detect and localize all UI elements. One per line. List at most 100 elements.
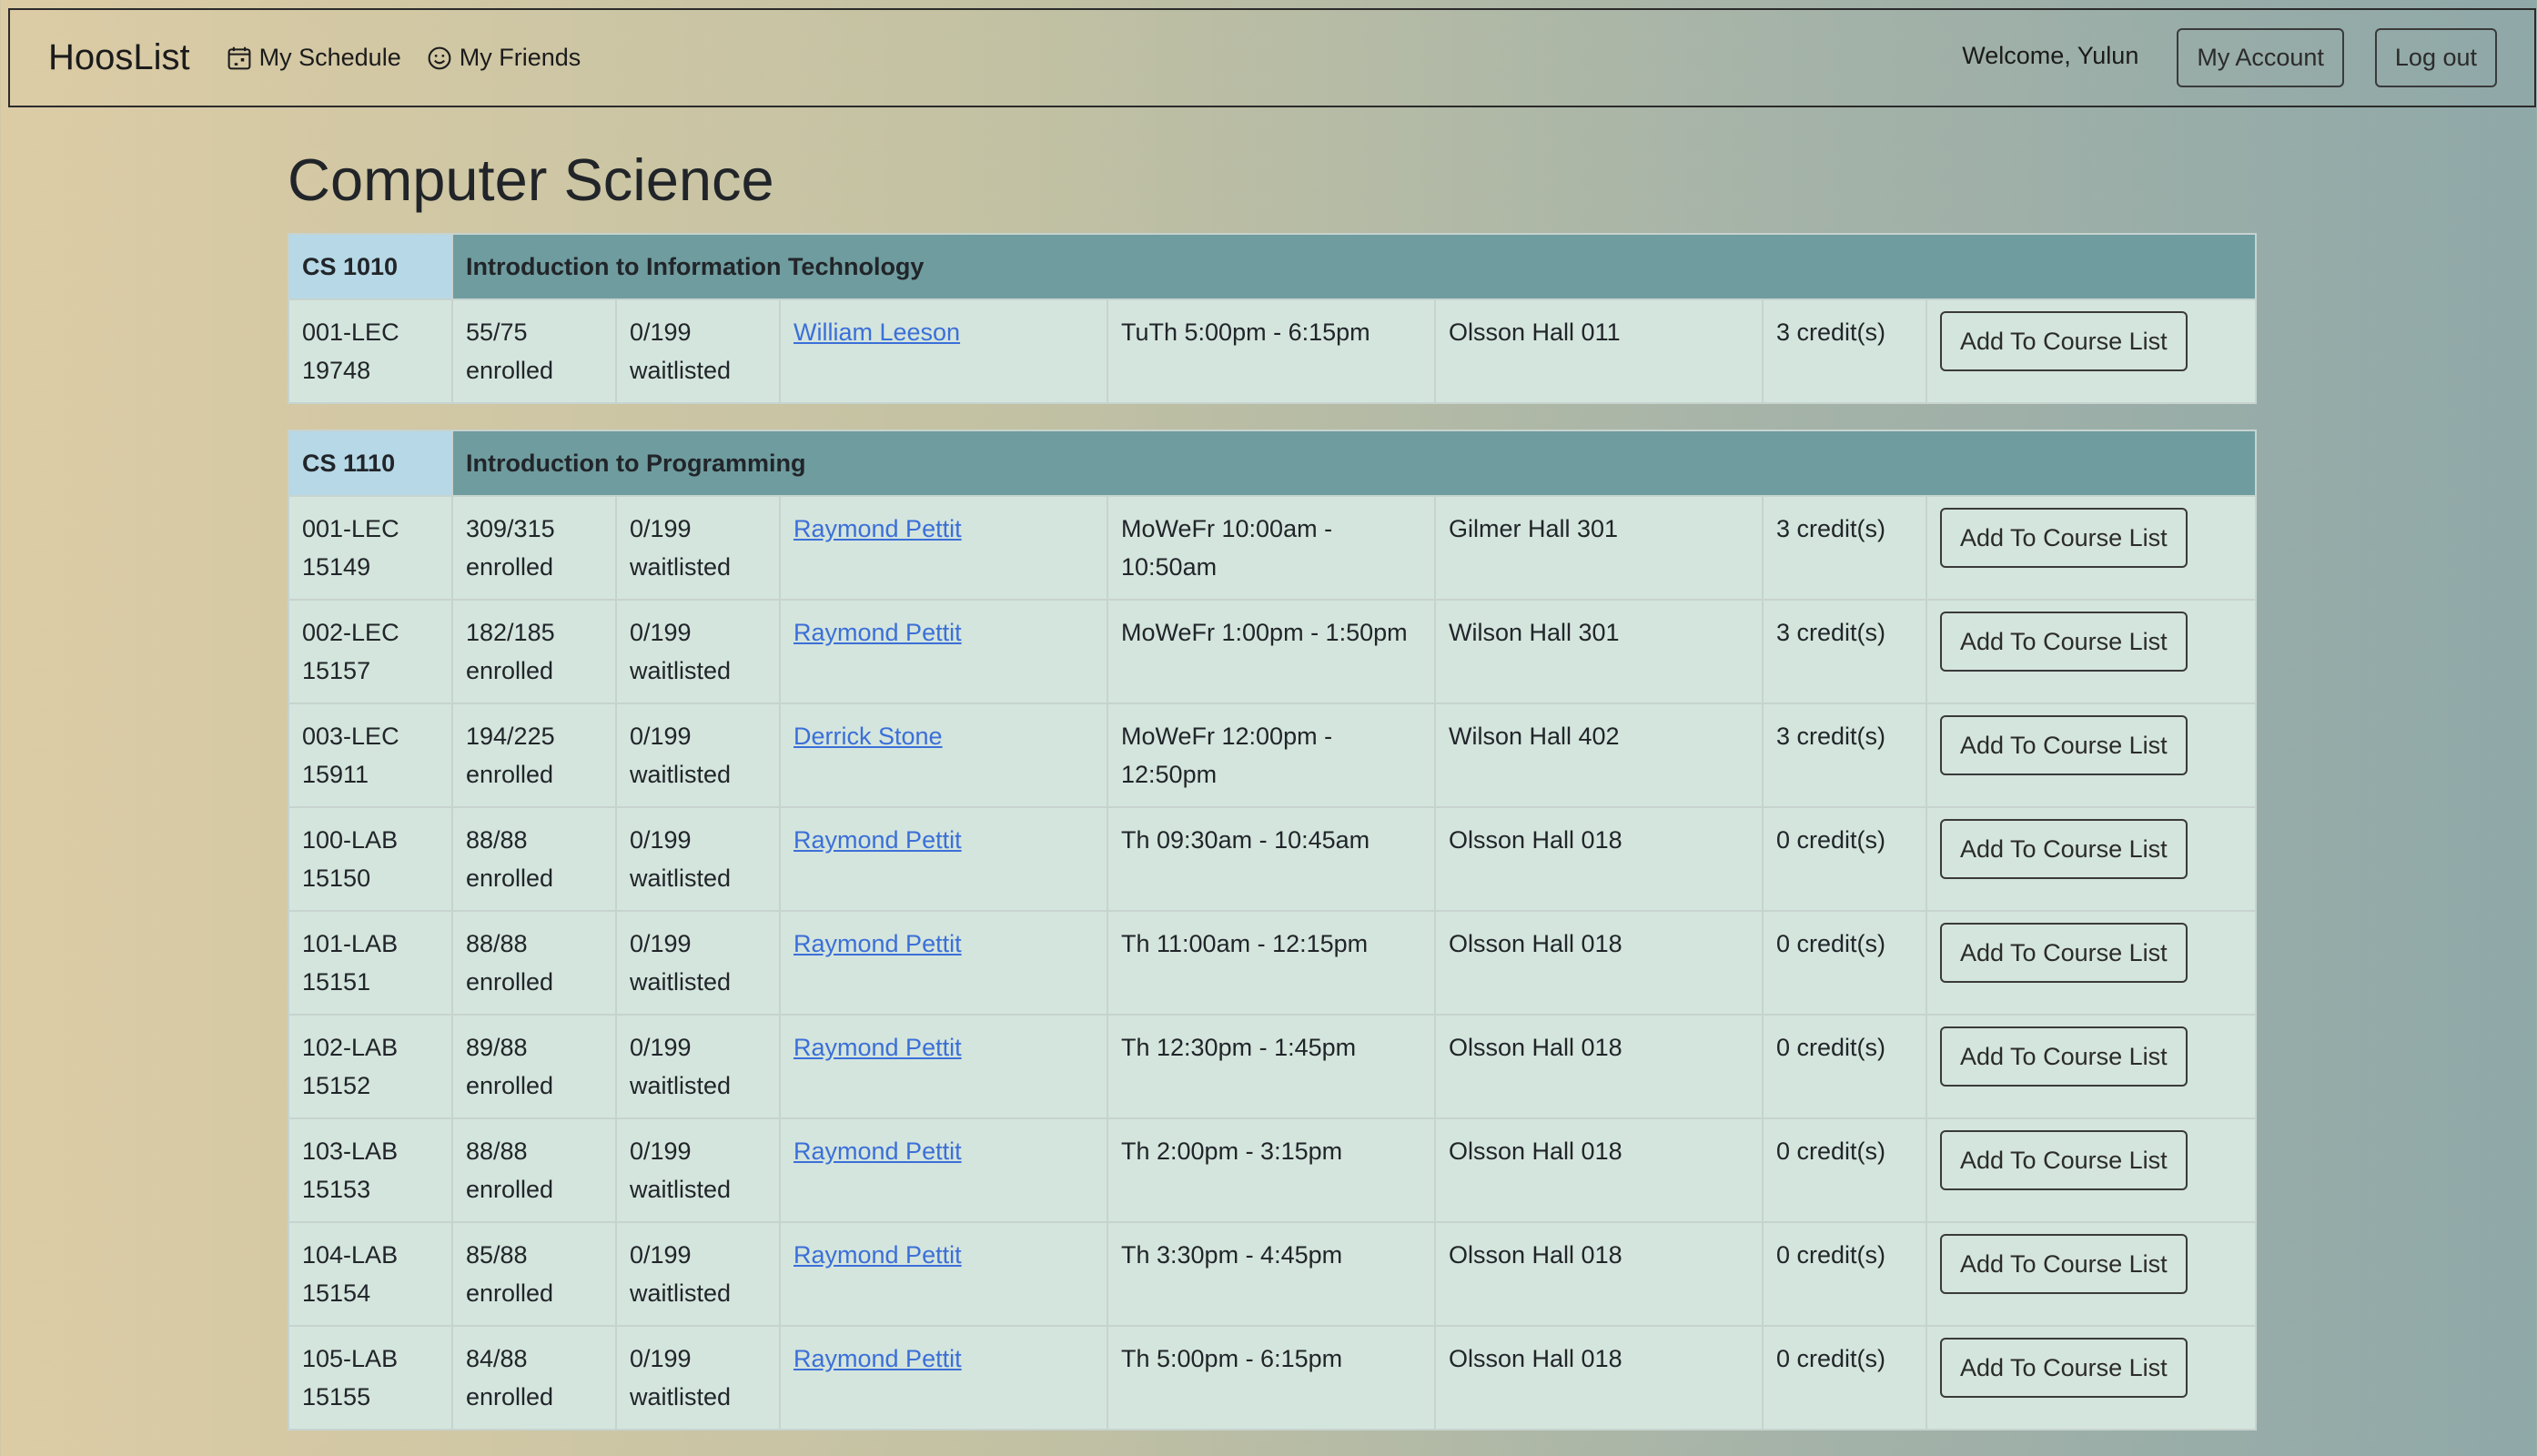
section-row: 001-LEC 19748 55/75 enrolled 0/199 waitlisted…: [288, 298, 2258, 404]
waitlist-label: waitlisted: [630, 1072, 732, 1099]
calendar-icon: [227, 46, 251, 69]
enrolled-count: 309/315: [466, 515, 555, 542]
section-cell: 102-LAB 15152: [288, 1014, 453, 1119]
nav-my-schedule-label: My Schedule: [258, 44, 401, 71]
brand-logo[interactable]: HoosList: [48, 37, 190, 78]
section-number: 104-LAB: [302, 1241, 399, 1269]
location: Olsson Hall 018: [1434, 1014, 1764, 1119]
section-cell: 100-LAB 15150: [288, 806, 453, 912]
add-to-course-list-button[interactable]: Add To Course List: [1940, 311, 2188, 371]
location: Olsson Hall 018: [1434, 1117, 1764, 1223]
welcome-text: Welcome, Yulun: [1962, 42, 2139, 69]
add-to-course-list-button[interactable]: Add To Course List: [1940, 923, 2188, 983]
section-row: 002-LEC 15157 182/185 enrolled 0/199 waitlist…: [288, 599, 2257, 704]
enrolled-count: 88/88: [466, 1138, 528, 1165]
instructor-link[interactable]: Raymond Pettit: [793, 1345, 962, 1372]
waitlist-cell: 0/199 waitlisted: [615, 806, 781, 912]
instructor-cell: Raymond Pettit: [779, 599, 1108, 704]
meeting-time: MoWeFr 1:00pm - 1:50pm: [1107, 599, 1436, 704]
waitlist-label: waitlisted: [630, 761, 732, 788]
instructor-link[interactable]: Raymond Pettit: [793, 1241, 962, 1269]
smiley-icon: [428, 46, 451, 69]
add-to-course-list-button[interactable]: Add To Course List: [1940, 1234, 2188, 1294]
enrollment-cell: 88/88 enrolled: [451, 910, 617, 1016]
action-cell: Add To Course List: [1925, 495, 2257, 601]
waitlist-count: 0/199: [630, 930, 692, 957]
enrolled-label: enrolled: [466, 1176, 554, 1203]
add-to-course-list-button[interactable]: Add To Course List: [1940, 1338, 2188, 1398]
section-row: 100-LAB 15150 88/88 enrolled 0/199 waitlisted…: [288, 806, 2257, 912]
location: Olsson Hall 011: [1434, 298, 1764, 404]
enrollment-cell: 194/225 enrolled: [451, 703, 617, 808]
waitlist-count: 0/199: [630, 318, 692, 346]
action-cell: Add To Course List: [1925, 1221, 2257, 1327]
section-number: 105-LAB: [302, 1345, 399, 1372]
enrollment-cell: 88/88 enrolled: [451, 806, 617, 912]
add-to-course-list-button[interactable]: Add To Course List: [1940, 612, 2188, 672]
add-to-course-list-button[interactable]: Add To Course List: [1940, 819, 2188, 879]
waitlist-label: waitlisted: [630, 864, 732, 892]
enrolled-label: enrolled: [466, 1072, 554, 1099]
credits: 0 credit(s): [1762, 910, 1927, 1016]
instructor-link[interactable]: Raymond Pettit: [793, 826, 962, 854]
section-row: 102-LAB 15152 89/88 enrolled 0/199 waitlisted…: [288, 1014, 2257, 1119]
nav-my-friends[interactable]: My Friends: [427, 44, 581, 72]
meeting-time: TuTh 5:00pm - 6:15pm: [1107, 298, 1436, 404]
section-row: 105-LAB 15155 84/88 enrolled 0/199 waitlisted…: [288, 1325, 2257, 1431]
top-navbar: HoosList My Schedule My Friends Welcome,…: [8, 8, 2536, 107]
instructor-link[interactable]: Raymond Pettit: [793, 515, 962, 542]
enrolled-count: 85/88: [466, 1241, 528, 1269]
credits: 0 credit(s): [1762, 1117, 1927, 1223]
section-row: 101-LAB 15151 88/88 enrolled 0/199 waitlisted…: [288, 910, 2257, 1016]
waitlist-count: 0/199: [630, 1241, 692, 1269]
enrolled-label: enrolled: [466, 657, 554, 684]
waitlist-label: waitlisted: [630, 1383, 732, 1410]
enrolled-count: 182/185: [466, 619, 555, 646]
section-cell: 101-LAB 15151: [288, 910, 453, 1016]
waitlist-count: 0/199: [630, 619, 692, 646]
instructor-cell: Raymond Pettit: [779, 1221, 1108, 1327]
section-id: 15157: [302, 657, 371, 684]
instructor-cell: Raymond Pettit: [779, 806, 1108, 912]
section-id: 15153: [302, 1176, 371, 1203]
section-row: 103-LAB 15153 88/88 enrolled 0/199 waitlisted…: [288, 1117, 2257, 1223]
instructor-link[interactable]: Derrick Stone: [793, 723, 943, 750]
course-list: CS 1010 Introduction to Information Techn…: [288, 233, 2258, 1456]
action-cell: Add To Course List: [1925, 1117, 2257, 1223]
credits: 3 credit(s): [1762, 703, 1927, 808]
add-to-course-list-button[interactable]: Add To Course List: [1940, 508, 2188, 568]
instructor-link[interactable]: Raymond Pettit: [793, 1138, 962, 1165]
instructor-link[interactable]: Raymond Pettit: [793, 619, 962, 646]
course-code: CS 1010: [288, 233, 453, 300]
instructor-link[interactable]: Raymond Pettit: [793, 1034, 962, 1061]
section-id: 15151: [302, 968, 371, 996]
add-to-course-list-button[interactable]: Add To Course List: [1940, 715, 2188, 775]
nav-my-schedule[interactable]: My Schedule: [227, 44, 401, 72]
location: Olsson Hall 018: [1434, 1325, 1764, 1431]
add-to-course-list-button[interactable]: Add To Course List: [1940, 1026, 2188, 1087]
waitlist-cell: 0/199 waitlisted: [615, 1117, 781, 1223]
credits: 0 credit(s): [1762, 1221, 1927, 1327]
section-id: 15150: [302, 864, 371, 892]
section-cell: 002-LEC 15157: [288, 599, 453, 704]
course-header-row: CS 1010 Introduction to Information Techn…: [288, 233, 2258, 300]
course-title: Introduction to Programming: [451, 430, 2257, 497]
my-account-button[interactable]: My Account: [2177, 28, 2344, 87]
enrollment-cell: 88/88 enrolled: [451, 1117, 617, 1223]
action-cell: Add To Course List: [1925, 910, 2257, 1016]
enrolled-count: 89/88: [466, 1034, 528, 1061]
meeting-time: Th 3:30pm - 4:45pm: [1107, 1221, 1436, 1327]
enrollment-cell: 89/88 enrolled: [451, 1014, 617, 1119]
section-id: 15911: [302, 761, 369, 788]
section-id: 15155: [302, 1383, 371, 1410]
instructor-link[interactable]: Raymond Pettit: [793, 930, 962, 957]
waitlist-cell: 0/199 waitlisted: [615, 703, 781, 808]
waitlist-count: 0/199: [630, 515, 692, 542]
add-to-course-list-button[interactable]: Add To Course List: [1940, 1130, 2188, 1190]
section-number: 103-LAB: [302, 1138, 399, 1165]
location: Olsson Hall 018: [1434, 806, 1764, 912]
enrolled-count: 88/88: [466, 930, 528, 957]
instructor-link[interactable]: William Leeson: [793, 318, 960, 346]
logout-button[interactable]: Log out: [2374, 28, 2497, 87]
instructor-cell: Raymond Pettit: [779, 1014, 1108, 1119]
